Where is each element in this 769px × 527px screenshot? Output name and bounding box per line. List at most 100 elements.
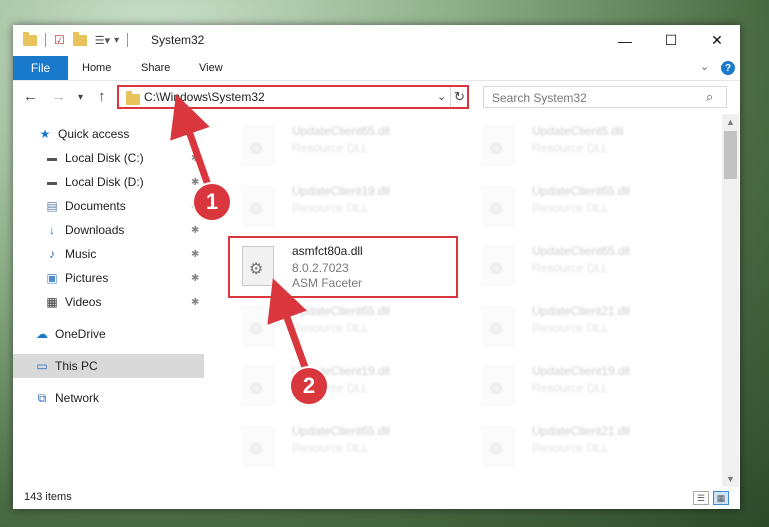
list-item[interactable]: ⚙ UpdateClient21.dll Resource DLL xyxy=(470,418,696,476)
help-icon[interactable]: ? xyxy=(721,61,735,75)
dll-file-icon: ⚙ xyxy=(482,186,514,226)
gear-icon: ⚙ xyxy=(249,321,264,338)
tab-home[interactable]: Home xyxy=(82,62,111,74)
file-description: ASM Faceter xyxy=(292,276,363,290)
dll-file-icon: ⚙ xyxy=(242,126,274,166)
gear-icon: ⚙ xyxy=(489,141,504,158)
item-count: 143 items xyxy=(24,491,72,503)
search-box[interactable]: ⌕ xyxy=(483,86,727,109)
properties-icon[interactable]: ☑ xyxy=(54,33,65,47)
file-name: UpdateClient65.dll xyxy=(292,124,391,138)
dll-file-icon: ⚙ xyxy=(482,246,514,286)
toolbar-separator xyxy=(45,33,46,47)
sidebar-item-this-pc[interactable]: ▭ This PC xyxy=(13,354,204,378)
large-icons-view-icon[interactable]: ▦ xyxy=(713,491,729,505)
search-icon[interactable]: ⌕ xyxy=(706,89,713,105)
sidebar-item-network[interactable]: ⧉ Network xyxy=(13,386,204,410)
close-button[interactable]: ✕ xyxy=(694,25,740,56)
sidebar-item-label: Pictures xyxy=(65,271,109,285)
sidebar-item-label: Local Disk (C:) xyxy=(65,151,144,165)
file-version: 8.0.2.7023 xyxy=(292,261,349,275)
list-item[interactable]: ⚙ UpdateClient65.dll Resource DLL xyxy=(470,238,696,296)
file-name: UpdateClient5.dll xyxy=(532,124,624,138)
gear-icon: ⚙ xyxy=(249,261,264,278)
sidebar-item-local-disk-c[interactable]: ▬ Local Disk (C:) ✱ xyxy=(13,146,204,170)
target-dll-file[interactable]: ⚙ asmfct80a.dll 8.0.2.7023 ASM Faceter xyxy=(228,236,458,298)
dll-file-icon: ⚙ xyxy=(242,186,274,226)
file-name: UpdateClient65.dll xyxy=(532,184,631,198)
sidebar-item-label: Documents xyxy=(65,199,126,213)
list-item[interactable]: ⚙ UpdateClient19.dll Resource DLL xyxy=(230,358,456,416)
pin-icon[interactable]: ✱ xyxy=(191,249,199,260)
explorer-window: ☑ ☰▾ ▾ System32 — ☐ ✕ File Home Share Vi… xyxy=(13,25,740,509)
up-arrow-icon[interactable]: ↑ xyxy=(98,88,106,105)
tab-file[interactable]: File xyxy=(13,56,68,80)
file-description: Resource DLL xyxy=(292,441,369,455)
sidebar-item-pictures[interactable]: ▣ Pictures ✱ xyxy=(13,266,204,290)
list-item[interactable]: ⚙ UpdateClient65.dll Resource DLL xyxy=(470,178,696,236)
back-arrow-icon[interactable]: ← xyxy=(23,88,38,105)
navigation-bar: ← → ▾ ↑ C:\Windows\System32 ⌄ ↻ ⌕ xyxy=(13,80,740,115)
customize-toolbar-icon[interactable]: ☰▾ xyxy=(95,34,110,47)
scroll-thumb[interactable] xyxy=(724,131,737,179)
title-bar: ☑ ☰▾ ▾ System32 — ☐ ✕ xyxy=(13,25,740,56)
list-item[interactable]: ⚙ UpdateClient21.dll Resource DLL xyxy=(470,298,696,356)
address-dropdown-icon[interactable]: ⌄ xyxy=(437,90,446,103)
dll-file-icon: ⚙ xyxy=(482,306,514,346)
computer-icon: ▭ xyxy=(36,359,48,373)
list-item[interactable]: ⚙ UpdateClient19.dll Resource DLL xyxy=(230,178,456,236)
file-description: Resource DLL xyxy=(292,141,369,155)
scroll-up-icon[interactable]: ▲ xyxy=(726,117,735,127)
ribbon: File Home Share View ⌄ ? xyxy=(13,56,740,80)
pin-icon[interactable]: ✱ xyxy=(191,153,199,164)
list-item[interactable]: ⚙ UpdateClient65.dll Resource DLL xyxy=(230,298,456,356)
pin-icon[interactable]: ✱ xyxy=(191,297,199,308)
list-item[interactable]: ⚙ UpdateClient65.dll Resource DLL xyxy=(230,418,456,476)
dll-file-icon: ⚙ xyxy=(242,366,274,406)
scroll-down-icon[interactable]: ▼ xyxy=(726,474,735,484)
recent-locations-icon[interactable]: ▾ xyxy=(78,92,83,103)
gear-icon: ⚙ xyxy=(249,441,264,458)
minimize-button[interactable]: — xyxy=(602,25,648,56)
file-description: Resource DLL xyxy=(292,321,369,335)
drive-icon: ▬ xyxy=(47,176,57,188)
dll-file-icon: ⚙ xyxy=(242,246,274,286)
pictures-icon: ▣ xyxy=(46,271,58,285)
tab-view[interactable]: View xyxy=(199,62,223,74)
maximize-button[interactable]: ☐ xyxy=(648,25,694,56)
navigation-pane: ★ Quick access ▬ Local Disk (C:) ✱ ▬ Loc… xyxy=(13,114,204,487)
sidebar-item-label: Local Disk (D:) xyxy=(65,175,144,189)
sidebar-item-videos[interactable]: ▦ Videos ✱ xyxy=(13,290,204,314)
gear-icon: ⚙ xyxy=(489,321,504,338)
sidebar-item-downloads[interactable]: ↓ Downloads ✱ xyxy=(13,218,204,242)
new-folder-icon[interactable] xyxy=(72,31,87,46)
title-separator xyxy=(127,33,129,47)
details-view-icon[interactable]: ☰ xyxy=(693,491,709,505)
sidebar-item-label: Quick access xyxy=(58,127,130,141)
sidebar-item-documents[interactable]: ▤ Documents ✱ xyxy=(13,194,204,218)
list-item[interactable]: ⚙ UpdateClient65.dll Resource DLL xyxy=(230,118,456,176)
tab-share[interactable]: Share xyxy=(141,62,170,74)
list-item[interactable]: ⚙ UpdateClient5.dll Resource DLL xyxy=(470,118,696,176)
address-bar[interactable]: C:\Windows\System32 ⌄ ↻ xyxy=(117,85,469,109)
sidebar-item-label: OneDrive xyxy=(55,327,106,341)
sidebar-item-label: This PC xyxy=(55,359,98,373)
forward-arrow-icon[interactable]: → xyxy=(51,88,66,105)
sidebar-item-quick-access[interactable]: ★ Quick access xyxy=(13,122,204,146)
pin-icon[interactable]: ✱ xyxy=(191,225,199,236)
file-name: asmfct80a.dll xyxy=(292,244,363,258)
list-item[interactable]: ⚙ UpdateClient19.dll Resource DLL xyxy=(470,358,696,416)
search-input[interactable] xyxy=(484,87,714,109)
address-path[interactable]: C:\Windows\System32 xyxy=(144,90,265,104)
expand-ribbon-icon[interactable]: ⌄ xyxy=(700,60,709,73)
refresh-icon[interactable]: ↻ xyxy=(450,87,468,107)
pin-icon[interactable]: ✱ xyxy=(191,273,199,284)
gear-icon: ⚙ xyxy=(249,141,264,158)
sidebar-item-onedrive[interactable]: ☁ OneDrive xyxy=(13,322,204,346)
sidebar-item-music[interactable]: ♪ Music ✱ xyxy=(13,242,204,266)
toolbar-dropdown-icon[interactable]: ▾ xyxy=(114,35,119,46)
cloud-icon: ☁ xyxy=(36,327,48,341)
gear-icon: ⚙ xyxy=(489,201,504,218)
vertical-scrollbar[interactable]: ▲ ▼ xyxy=(722,114,739,487)
sidebar-item-local-disk-d[interactable]: ▬ Local Disk (D:) ✱ xyxy=(13,170,204,194)
